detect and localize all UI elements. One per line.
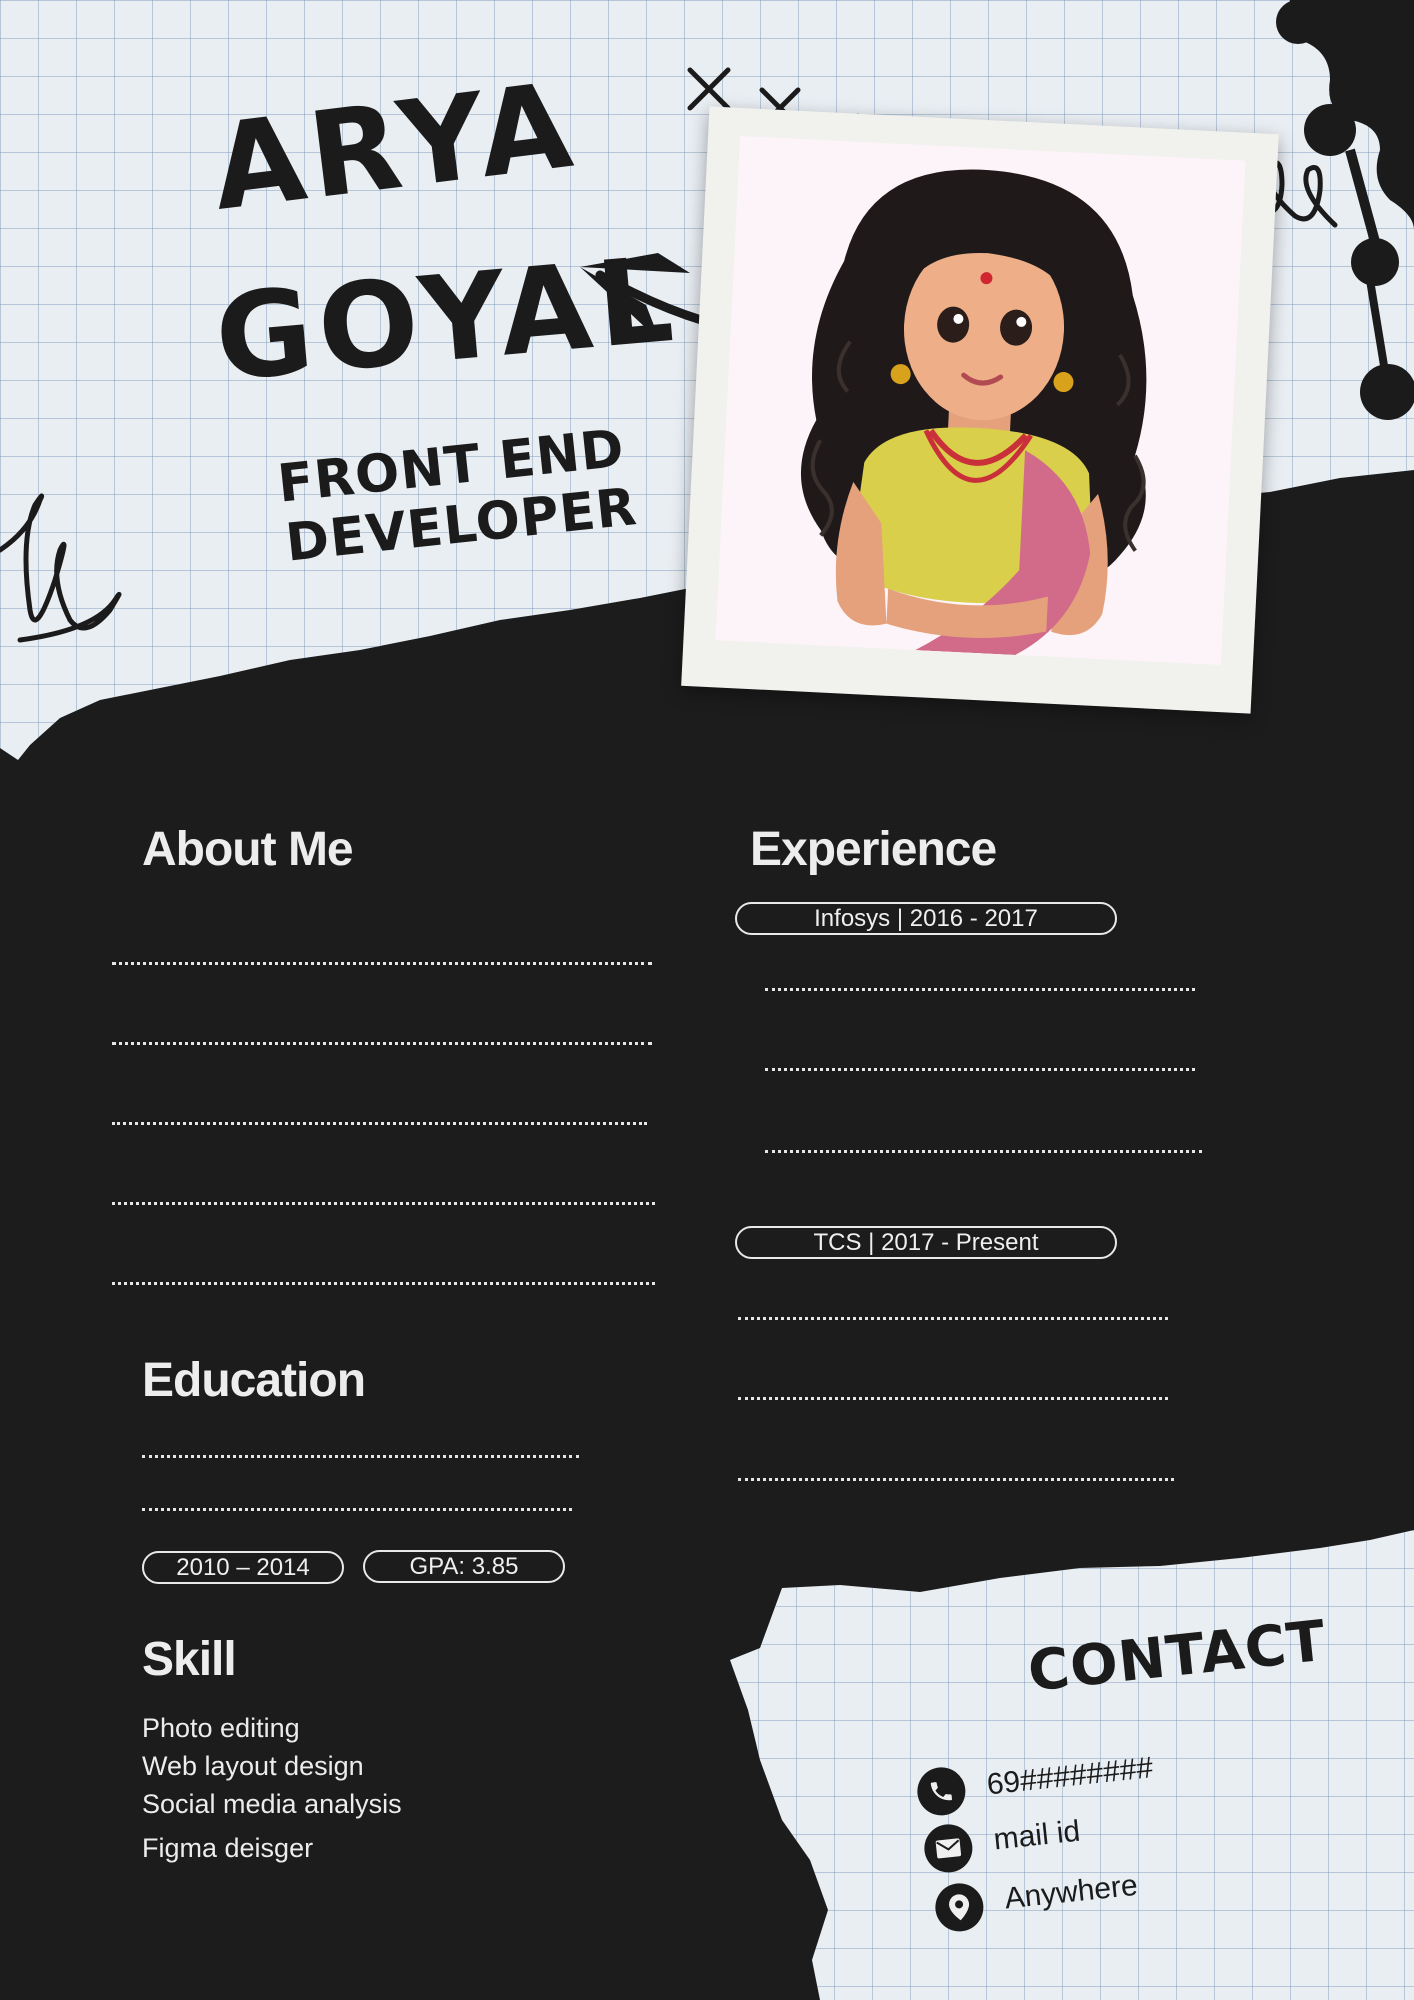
education-heading: Education — [142, 1354, 366, 1407]
experience-job-2-line-1 — [738, 1317, 1168, 1320]
experience-job-2-line-2 — [738, 1397, 1168, 1400]
experience-job-1-line-3 — [765, 1150, 1202, 1153]
education-gpa-badge: GPA: 3.85 — [363, 1550, 565, 1583]
skill-item: Figma deisger — [142, 1833, 314, 1863]
about-line-2 — [112, 1042, 652, 1045]
experience-job-2-line-3 — [738, 1478, 1174, 1481]
experience-job-1-line-1 — [765, 988, 1195, 991]
about-line-4 — [112, 1202, 655, 1205]
experience-job-1-line-2 — [765, 1068, 1195, 1071]
skill-item: Social media analysis — [142, 1789, 402, 1819]
skill-item: Photo editing — [142, 1713, 300, 1743]
experience-job-2-badge: TCS | 2017 - Present — [735, 1226, 1117, 1259]
squiggle-decoration — [0, 493, 122, 643]
education-line-1 — [142, 1455, 579, 1458]
education-line-2 — [142, 1508, 572, 1511]
profile-photo — [715, 135, 1246, 666]
experience-heading: Experience — [750, 823, 997, 876]
skill-heading: Skill — [142, 1633, 237, 1686]
about-line-1 — [112, 962, 652, 965]
education-years-badge: 2010 – 2014 — [142, 1551, 344, 1584]
resume-page: ARYA GOYAL FRONT END DEVELOPER About Me … — [0, 0, 1414, 2000]
profile-photo-frame — [681, 106, 1279, 714]
skill-item: Web layout design — [142, 1751, 364, 1781]
about-line-3 — [112, 1122, 647, 1125]
about-me-heading: About Me — [142, 823, 354, 876]
experience-job-1-badge: Infosys | 2016 - 2017 — [735, 902, 1117, 935]
about-line-5 — [112, 1282, 655, 1285]
portrait-illustration — [801, 169, 1147, 656]
